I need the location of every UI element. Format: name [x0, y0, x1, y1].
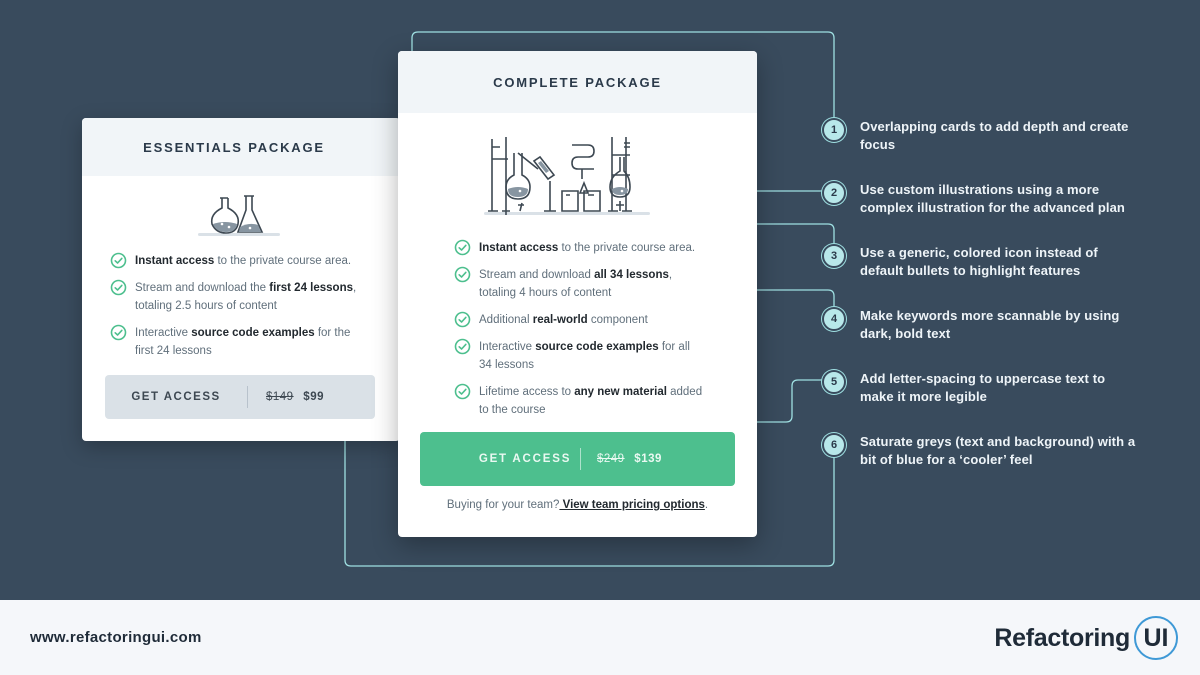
feature-item: Interactive source code examples for the… [110, 324, 372, 360]
complete-old-price: $249 [597, 453, 625, 465]
feature-text-part: Stream and download [479, 269, 595, 281]
annotation-text: Add letter-spacing to uppercase text to … [860, 371, 1106, 404]
logo-wordmark: Refactoring [994, 623, 1130, 652]
feature-text: Instant access to the private course are… [479, 239, 695, 257]
feature-text: Instant access to the private course are… [135, 252, 351, 270]
annotation-number: 6 [822, 433, 846, 457]
annotation-text: Overlapping cards to add depth and creat… [860, 119, 1129, 152]
feature-text: Interactive source code examples for all… [479, 338, 704, 374]
feature-item: Stream and download all 34 lessons, tota… [454, 266, 704, 302]
annotation-number: 1 [822, 118, 846, 142]
essentials-button-label: GET ACCESS [131, 391, 221, 403]
complete-current-price: $139 [634, 453, 662, 465]
annotation-text: Make keywords more scannable by using da… [860, 308, 1120, 341]
feature-keyword: first 24 lessons [269, 282, 353, 294]
complete-card: COMPLETE PACKAGE Instant access to the p… [398, 51, 757, 537]
feature-text-part: to the private course area. [558, 242, 696, 254]
feature-text-part: to the private course area. [214, 255, 352, 267]
refactoring-ui-logo: Refactoring UI [994, 614, 1178, 662]
feature-text: Stream and download all 34 lessons, tota… [479, 266, 704, 302]
feature-text-part: Interactive [135, 327, 192, 339]
check-circle-icon [110, 252, 127, 269]
team-pricing-question: Buying for your team? [446, 499, 560, 511]
feature-text: Stream and download the first 24 lessons… [135, 279, 372, 315]
feature-text-part: Lifetime access to [479, 386, 575, 398]
annotation-number: 4 [822, 307, 846, 331]
essentials-title: ESSENTIALS PACKAGE [143, 139, 325, 155]
feature-keyword: Instant access [135, 255, 215, 267]
feature-keyword: real-world [532, 314, 588, 326]
annotation-1: 1 Overlapping cards to add depth and cre… [822, 118, 1140, 154]
feature-item: Additional real-world component [454, 311, 704, 329]
feature-text: Lifetime access to any new material adde… [479, 383, 704, 419]
complete-get-access-button[interactable]: GET ACCESS $249 $139 [420, 432, 735, 486]
feature-item: Lifetime access to any new material adde… [454, 383, 704, 419]
essentials-features: Instant access to the private course are… [110, 252, 372, 369]
feature-keyword: any new material [574, 386, 667, 398]
essentials-current-price: $99 [303, 391, 324, 403]
team-pricing-note: Buying for your team? View team pricing … [398, 499, 757, 511]
annotation-2: 2 Use custom illustrations using a more … [822, 181, 1140, 217]
annotation-text: Use a generic, colored icon instead of d… [860, 245, 1098, 278]
feature-text-part: Stream and download the [135, 282, 270, 294]
site-url[interactable]: www.refactoringui.com [30, 629, 202, 646]
feature-text-part: Interactive [479, 341, 536, 353]
feature-item: Stream and download the first 24 lessons… [110, 279, 372, 315]
essentials-card-header: ESSENTIALS PACKAGE [82, 118, 400, 176]
lab-equipment-illustration [484, 137, 650, 215]
complete-card-header: COMPLETE PACKAGE [398, 51, 757, 113]
annotation-6: 6 Saturate greys (text and background) w… [822, 433, 1140, 469]
feature-item: Instant access to the private course are… [110, 252, 372, 270]
canvas: ESSENTIALS PACKAGE Instant access to the… [0, 0, 1200, 600]
essentials-get-access-button[interactable]: GET ACCESS $149 $99 [105, 375, 375, 419]
essentials-old-price: $149 [266, 391, 294, 403]
footer: www.refactoringui.com Refactoring UI [0, 600, 1200, 675]
annotation-text: Saturate greys (text and background) wit… [860, 434, 1136, 467]
annotation-number: 3 [822, 244, 846, 268]
feature-item: Interactive source code examples for all… [454, 338, 704, 374]
feature-keyword: all 34 lessons [594, 269, 669, 281]
check-circle-icon [454, 239, 471, 256]
annotation-3: 3 Use a generic, colored icon instead of… [822, 244, 1140, 280]
team-pricing-period: . [704, 499, 709, 511]
team-pricing-link[interactable]: View team pricing options [559, 499, 705, 511]
feature-item: Instant access to the private course are… [454, 239, 704, 257]
annotation-4: 4 Make keywords more scannable by using … [822, 307, 1140, 343]
flask-illustration [198, 195, 280, 236]
feature-keyword: Instant access [479, 242, 559, 254]
feature-text-part: component [587, 314, 648, 326]
essentials-card: ESSENTIALS PACKAGE Instant access to the… [82, 118, 400, 441]
check-circle-icon [454, 311, 471, 328]
check-circle-icon [110, 279, 127, 296]
check-circle-icon [110, 324, 127, 341]
feature-text-part: Additional [479, 314, 533, 326]
complete-price: $249 $139 [581, 453, 662, 465]
complete-button-label: GET ACCESS [478, 453, 572, 465]
annotation-number: 5 [822, 370, 846, 394]
annotation-text: Use custom illustrations using a more co… [860, 182, 1125, 215]
check-circle-icon [454, 383, 471, 400]
annotation-5: 5 Add letter-spacing to uppercase text t… [822, 370, 1140, 406]
check-circle-icon [454, 338, 471, 355]
check-circle-icon [454, 266, 471, 283]
essentials-price: $149 $99 [248, 391, 324, 403]
complete-title: COMPLETE PACKAGE [493, 74, 662, 90]
feature-text: Interactive source code examples for the… [135, 324, 372, 360]
complete-features: Instant access to the private course are… [454, 239, 704, 428]
feature-text: Additional real-world component [479, 311, 648, 329]
annotation-number: 2 [822, 181, 846, 205]
logo-ui-badge: UI [1134, 616, 1178, 660]
feature-keyword: source code examples [535, 341, 659, 353]
feature-keyword: source code examples [191, 327, 315, 339]
